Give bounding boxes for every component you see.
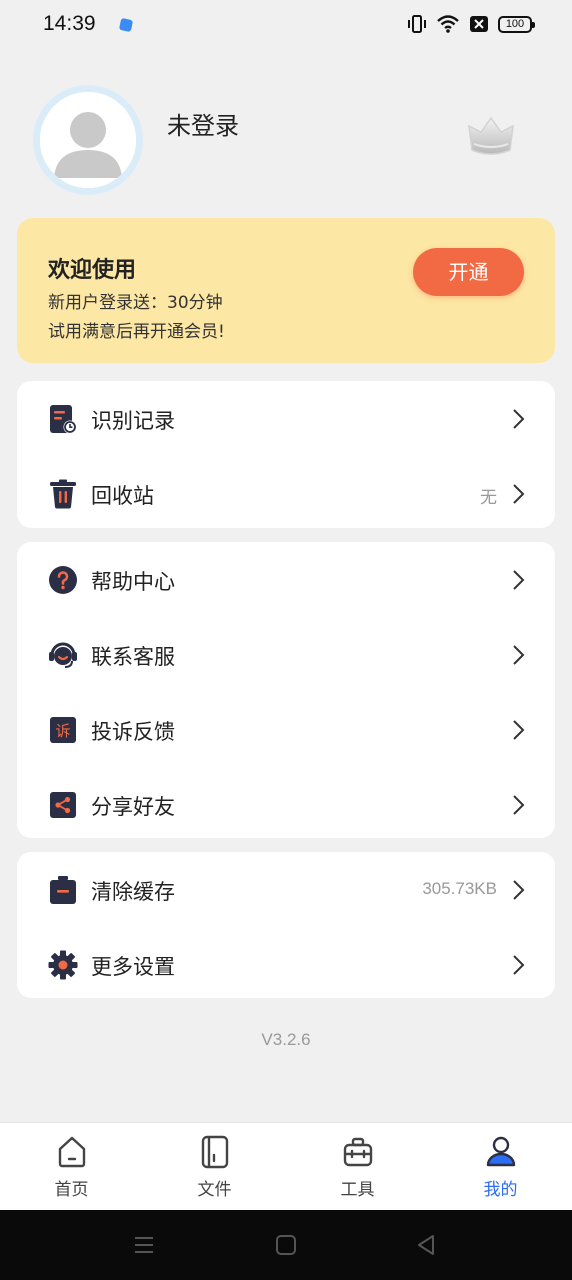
chevron-right-icon bbox=[513, 570, 525, 590]
trash-icon bbox=[50, 479, 76, 509]
chevron-right-icon bbox=[513, 645, 525, 665]
vibrate-icon bbox=[408, 15, 426, 33]
toolbox-icon bbox=[343, 1137, 372, 1167]
open-membership-button[interactable]: 开通 bbox=[413, 248, 524, 296]
menu-item-label: 投诉反馈 bbox=[91, 720, 175, 744]
chevron-right-icon bbox=[513, 484, 525, 504]
complaint-icon: 诉 bbox=[50, 717, 76, 743]
chevron-right-icon bbox=[513, 955, 525, 975]
menu-item-label: 清除缓存 bbox=[91, 880, 175, 904]
menu-item-complaint-feedback[interactable]: 诉 投诉反馈 bbox=[17, 692, 555, 767]
menu-item-label: 分享好友 bbox=[91, 795, 175, 819]
menu-item-help-center[interactable]: 帮助中心 bbox=[17, 542, 555, 617]
status-time: 14:39 bbox=[43, 12, 96, 35]
file-icon bbox=[201, 1135, 228, 1169]
chevron-right-icon bbox=[513, 720, 525, 740]
menu-item-label: 回收站 bbox=[91, 484, 154, 508]
nav-label: 文件 bbox=[197, 1180, 232, 1200]
bottom-nav: 首页 文件 工具 我的 bbox=[0, 1122, 572, 1210]
system-nav-bar bbox=[0, 1210, 572, 1280]
nav-label: 工具 bbox=[340, 1180, 375, 1200]
menu-item-recycle-bin[interactable]: 回收站 无 bbox=[17, 456, 555, 531]
back-icon[interactable] bbox=[414, 1233, 438, 1257]
menu-item-more-settings[interactable]: 更多设置 bbox=[17, 927, 555, 1002]
battery-icon: 100 bbox=[498, 15, 535, 33]
records-card: 识别记录 回收站 无 bbox=[17, 381, 555, 528]
profile-icon bbox=[486, 1136, 515, 1167]
login-status-label[interactable]: 未登录 bbox=[167, 106, 239, 141]
menu-item-label: 帮助中心 bbox=[91, 570, 175, 594]
status-bar: 14:39 100 bbox=[0, 0, 572, 52]
headset-icon bbox=[49, 642, 77, 668]
share-icon bbox=[50, 792, 76, 818]
help-icon bbox=[49, 566, 77, 594]
menu-item-label: 更多设置 bbox=[91, 955, 175, 979]
chevron-right-icon bbox=[513, 880, 525, 900]
settings-gear-icon bbox=[48, 950, 78, 980]
menu-item-contact-service[interactable]: 联系客服 bbox=[17, 617, 555, 692]
document-history-icon bbox=[50, 405, 77, 434]
app-version: V3.2.6 bbox=[261, 1030, 311, 1049]
avatar-placeholder-icon bbox=[40, 92, 136, 188]
promo-title: 欢迎使用 bbox=[48, 258, 137, 283]
nav-profile[interactable]: 我的 bbox=[429, 1123, 572, 1210]
clear-cache-icon bbox=[50, 876, 76, 904]
promo-text-line2: 试用满意后再开通会员! bbox=[48, 322, 225, 342]
chevron-right-icon bbox=[513, 795, 525, 815]
menu-item-label: 联系客服 bbox=[91, 645, 175, 669]
nav-label: 我的 bbox=[483, 1180, 518, 1200]
crown-icon[interactable] bbox=[464, 112, 518, 160]
avatar[interactable] bbox=[33, 85, 143, 195]
cache-size: 305.73KB bbox=[422, 879, 497, 898]
menu-item-label: 识别记录 bbox=[91, 409, 175, 433]
menu-item-recognition-records[interactable]: 识别记录 bbox=[17, 381, 555, 456]
menu-item-share-friends[interactable]: 分享好友 bbox=[17, 767, 555, 842]
promo-text-line1: 新用户登录送：30分钟 bbox=[48, 293, 223, 313]
nav-files[interactable]: 文件 bbox=[143, 1123, 286, 1210]
recycle-bin-count: 无 bbox=[480, 488, 497, 507]
nav-home[interactable]: 首页 bbox=[0, 1123, 143, 1210]
support-card: 帮助中心 联系客服 诉 投诉反馈 分享好友 bbox=[17, 542, 555, 838]
settings-card: 清除缓存 305.73KB 更多设置 bbox=[17, 852, 555, 998]
status-icons: 100 bbox=[407, 14, 535, 34]
menu-icon[interactable] bbox=[132, 1233, 156, 1257]
nav-tools[interactable]: 工具 bbox=[286, 1123, 429, 1210]
chevron-right-icon bbox=[513, 409, 525, 429]
app-notification-icon bbox=[118, 17, 134, 33]
wifi-icon bbox=[437, 15, 459, 33]
home-icon bbox=[58, 1136, 85, 1168]
menu-item-clear-cache[interactable]: 清除缓存 305.73KB bbox=[17, 852, 555, 927]
nav-label: 首页 bbox=[54, 1180, 89, 1200]
complaint-glyph: 诉 bbox=[55, 722, 70, 740]
close-box-icon bbox=[470, 16, 488, 32]
vip-promo-card: 欢迎使用 新用户登录送：30分钟 试用满意后再开通会员! 开通 bbox=[17, 218, 555, 363]
home-button-icon[interactable] bbox=[274, 1233, 298, 1257]
